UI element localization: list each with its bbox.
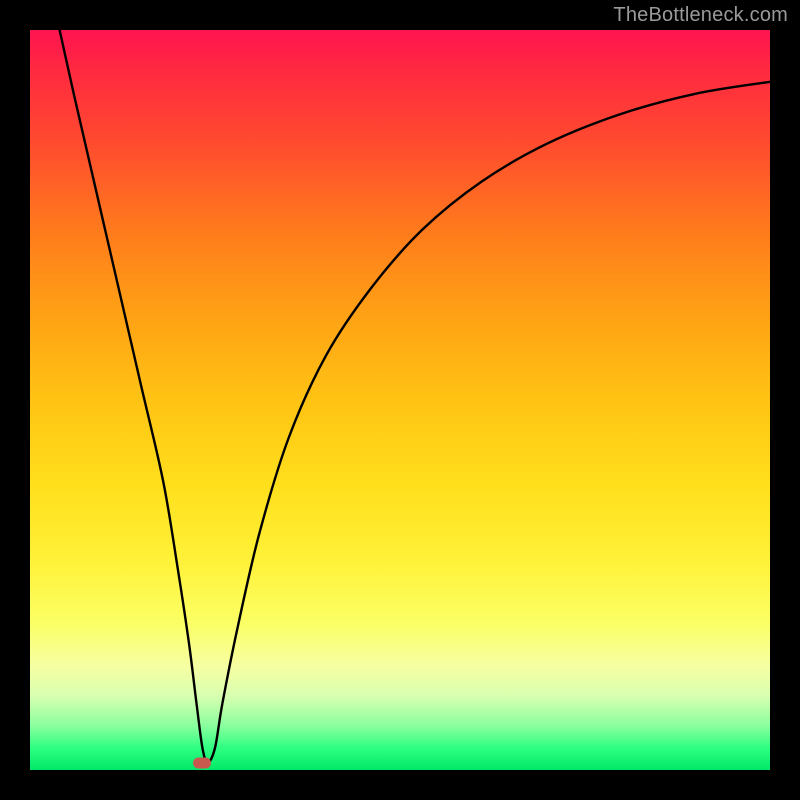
bottleneck-curve-path	[60, 30, 770, 763]
minimum-marker	[193, 757, 211, 768]
plot-area	[30, 30, 770, 770]
watermark-text: TheBottleneck.com	[613, 4, 788, 27]
curve-svg	[30, 30, 770, 770]
chart-frame: TheBottleneck.com	[0, 0, 800, 800]
